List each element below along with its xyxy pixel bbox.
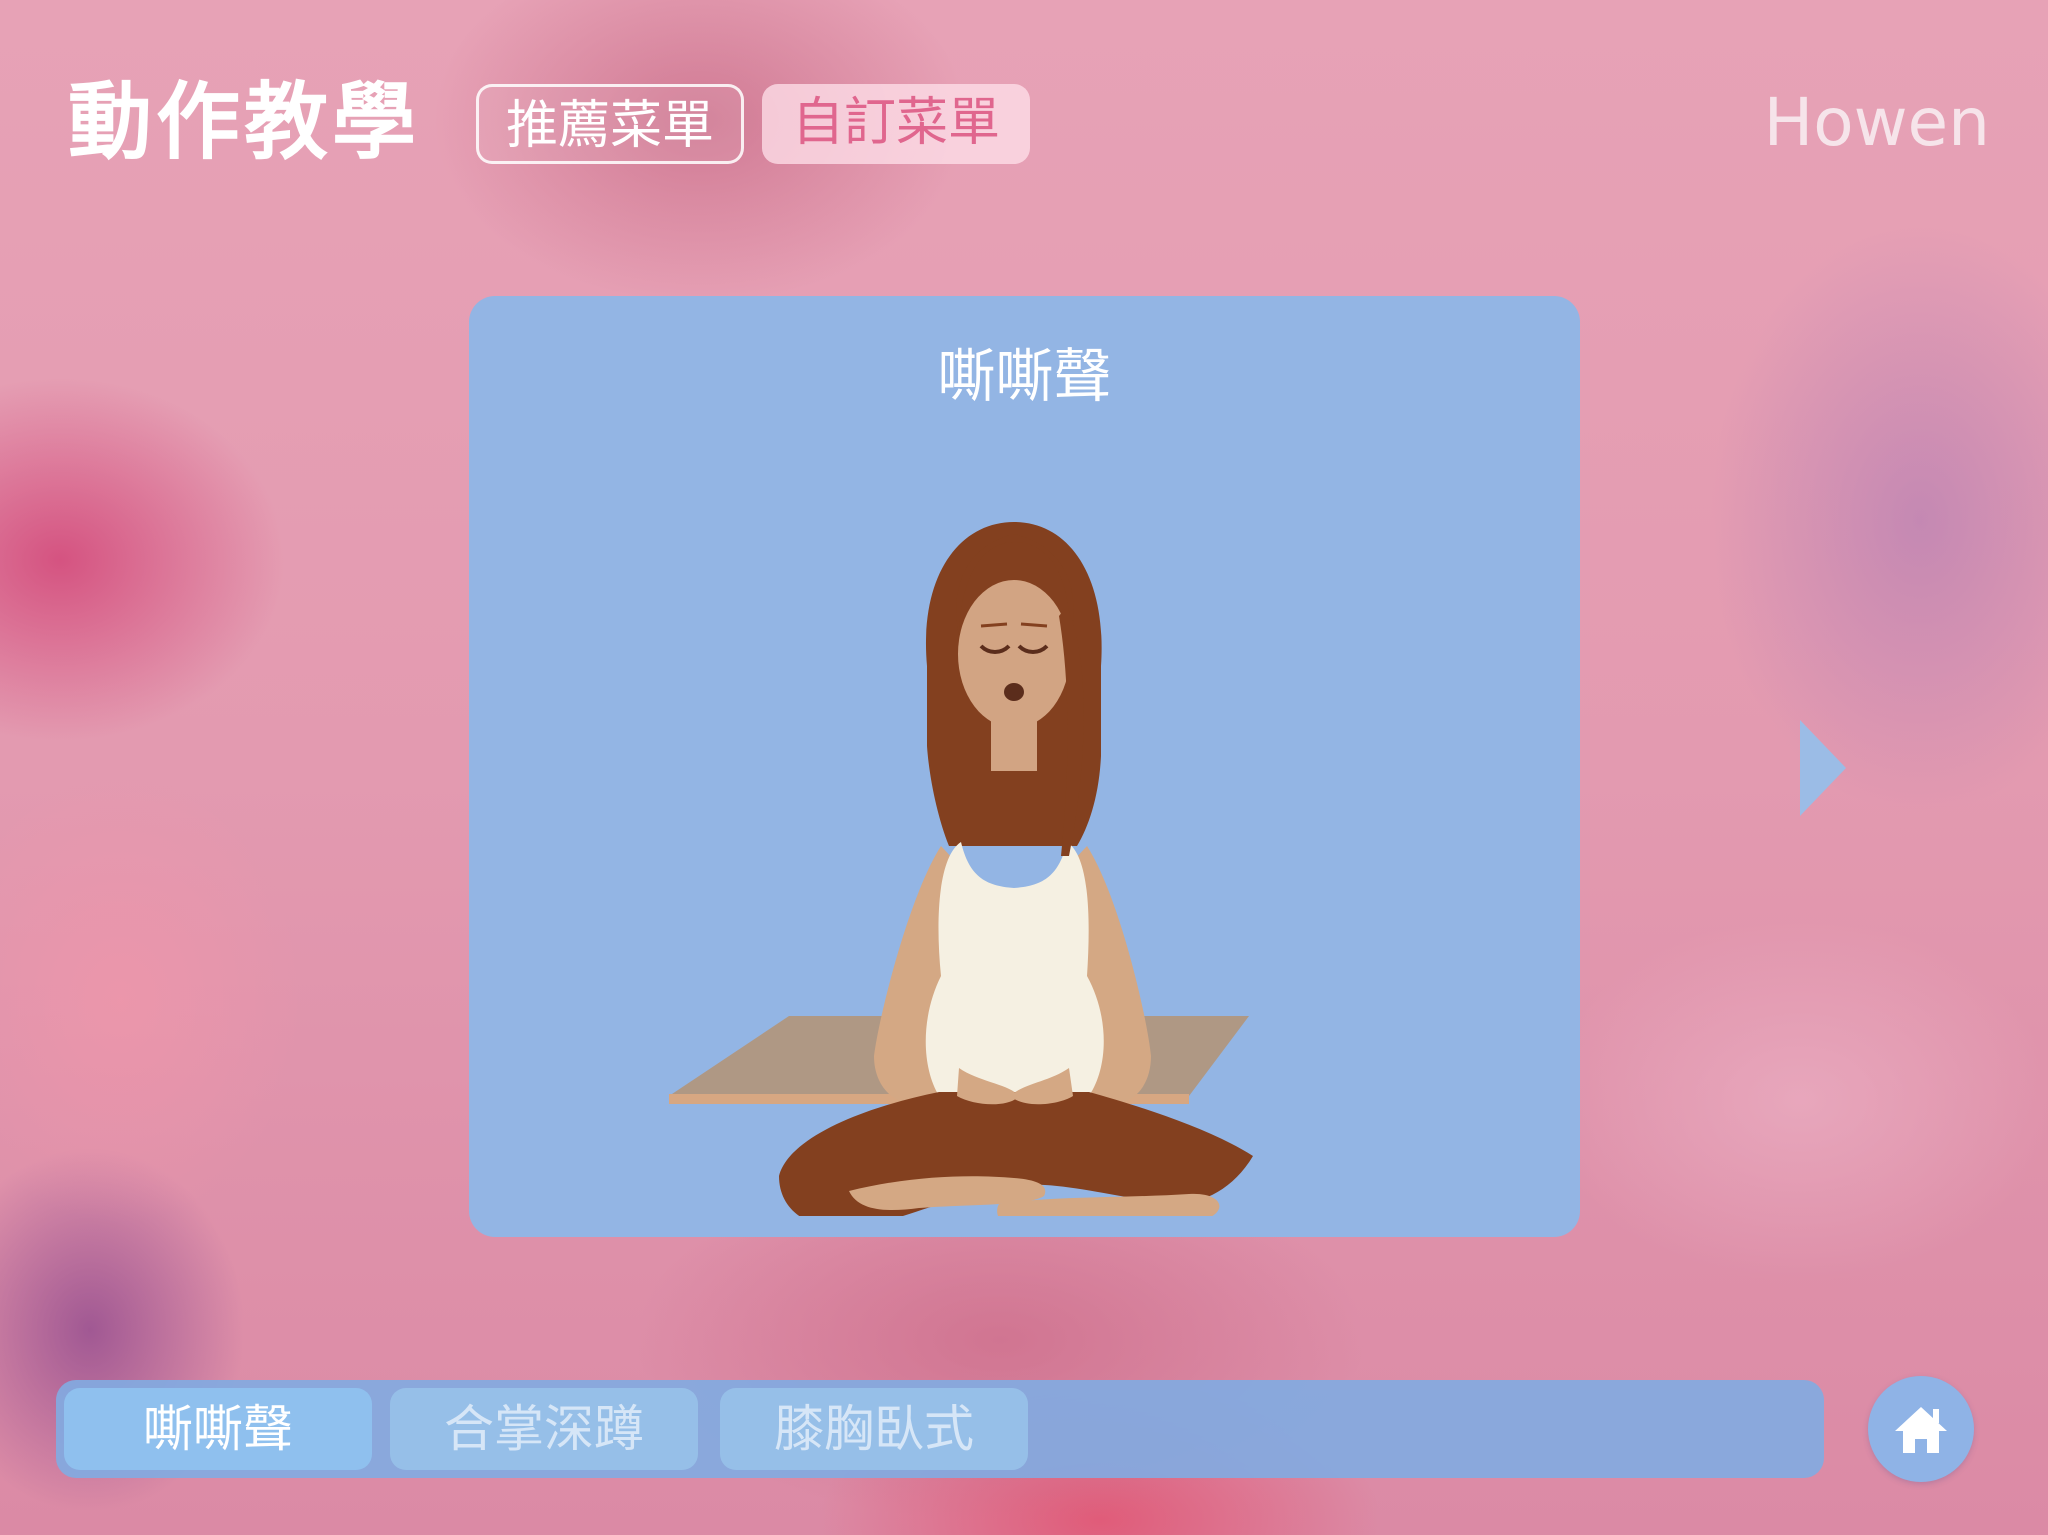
page-title: 動作教學 <box>68 73 421 171</box>
exercise-chip-knee-chest[interactable]: 膝胸臥式 <box>720 1388 1028 1470</box>
exercise-list-bar: 嘶嘶聲 合掌深蹲 膝胸臥式 <box>56 1380 1824 1478</box>
next-arrow-icon[interactable] <box>1798 718 1850 818</box>
home-icon <box>1895 1407 1947 1453</box>
home-button[interactable] <box>1868 1376 1974 1482</box>
exercise-chip-hissing[interactable]: 嘶嘶聲 <box>64 1388 372 1470</box>
user-name[interactable]: Howen <box>1764 78 1990 168</box>
tab-custom-menu[interactable]: 自訂菜單 <box>762 84 1030 164</box>
exercise-illustration <box>669 522 1253 1216</box>
tab-recommended-menu[interactable]: 推薦菜單 <box>476 84 744 164</box>
exercise-chip-palm-squat[interactable]: 合掌深蹲 <box>390 1388 698 1470</box>
exercise-title: 嘶嘶聲 <box>937 342 1112 410</box>
exercise-card: 嘶嘶聲 <box>469 296 1580 1237</box>
